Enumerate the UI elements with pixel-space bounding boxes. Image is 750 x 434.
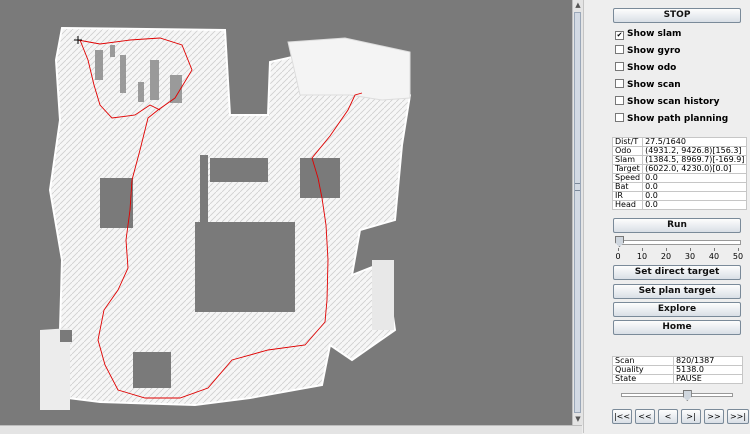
tick-label: 30 xyxy=(684,252,696,261)
scrollbar-thumb[interactable] xyxy=(574,12,581,413)
home-button[interactable]: Home xyxy=(613,320,741,335)
slider-track[interactable] xyxy=(621,393,733,397)
vertical-scrollbar[interactable]: ▲ ▼ xyxy=(572,0,583,425)
show-odo-checkbox[interactable]: Show odo xyxy=(615,61,676,75)
step-forward-button[interactable]: >| xyxy=(681,409,701,424)
tick-label: 0 xyxy=(615,252,621,261)
rewind-button[interactable]: << xyxy=(635,409,655,424)
scrollbar-grip-icon xyxy=(575,183,580,191)
scan-info-row: State PAUSE xyxy=(612,374,743,384)
checkbox-icon[interactable] xyxy=(615,45,624,54)
slider-track[interactable] xyxy=(617,240,741,245)
status-table: Dist/T 27.5/1640 Odo (4931.2, 9426.8)[156.… xyxy=(611,137,748,210)
first-button[interactable]: |<< xyxy=(612,409,632,424)
show-slam-checkbox[interactable]: ✔ Show slam xyxy=(615,27,681,41)
tick-label: 50 xyxy=(732,252,744,261)
step-back-button[interactable]: < xyxy=(658,409,678,424)
run-button[interactable]: Run xyxy=(613,218,741,233)
tick-label: 10 xyxy=(636,252,648,261)
status-row: Head 0.0 xyxy=(611,200,748,210)
status-row: Bat 0.0 xyxy=(611,182,748,192)
last-button[interactable]: >>| xyxy=(727,409,749,424)
set-direct-target-button[interactable]: Set direct target xyxy=(613,265,741,280)
tick-label: 40 xyxy=(708,252,720,261)
checkbox-icon[interactable] xyxy=(615,62,624,71)
speed-slider[interactable]: 0 10 20 30 40 50 xyxy=(615,236,743,266)
stop-button[interactable]: STOP xyxy=(613,8,741,23)
checkbox-icon[interactable] xyxy=(615,113,624,122)
scroll-down-icon[interactable]: ▼ xyxy=(573,414,583,424)
tick-label: 20 xyxy=(660,252,672,261)
fast-forward-button[interactable]: >> xyxy=(704,409,724,424)
slam-map-view[interactable] xyxy=(0,0,572,425)
checkbox-checked-icon[interactable]: ✔ xyxy=(615,31,624,40)
checkbox-icon[interactable] xyxy=(615,79,624,88)
explored-free-space xyxy=(40,26,412,410)
show-gyro-checkbox[interactable]: Show gyro xyxy=(615,44,680,58)
status-row: Speed 0.0 xyxy=(611,173,748,183)
control-panel: STOP ✔ Show slam Show gyro Show odo Show … xyxy=(583,0,750,433)
playback-slider[interactable] xyxy=(621,390,733,401)
slider-knob-icon[interactable] xyxy=(682,390,692,401)
explore-button[interactable]: Explore xyxy=(613,302,741,317)
checkbox-icon[interactable] xyxy=(615,96,624,105)
set-plan-target-button[interactable]: Set plan target xyxy=(613,284,741,299)
show-path-planning-checkbox[interactable]: Show path planning xyxy=(615,112,728,126)
scroll-up-icon[interactable]: ▲ xyxy=(573,0,583,10)
show-scan-checkbox[interactable]: Show scan xyxy=(615,78,681,92)
slider-knob-icon[interactable] xyxy=(615,236,624,247)
show-scan-history-checkbox[interactable]: Show scan history xyxy=(615,95,719,109)
slam-map-canvas[interactable] xyxy=(0,0,572,425)
scan-info-table: Scan 820/1387 Quality 5138.0 State PAUSE xyxy=(612,356,743,384)
